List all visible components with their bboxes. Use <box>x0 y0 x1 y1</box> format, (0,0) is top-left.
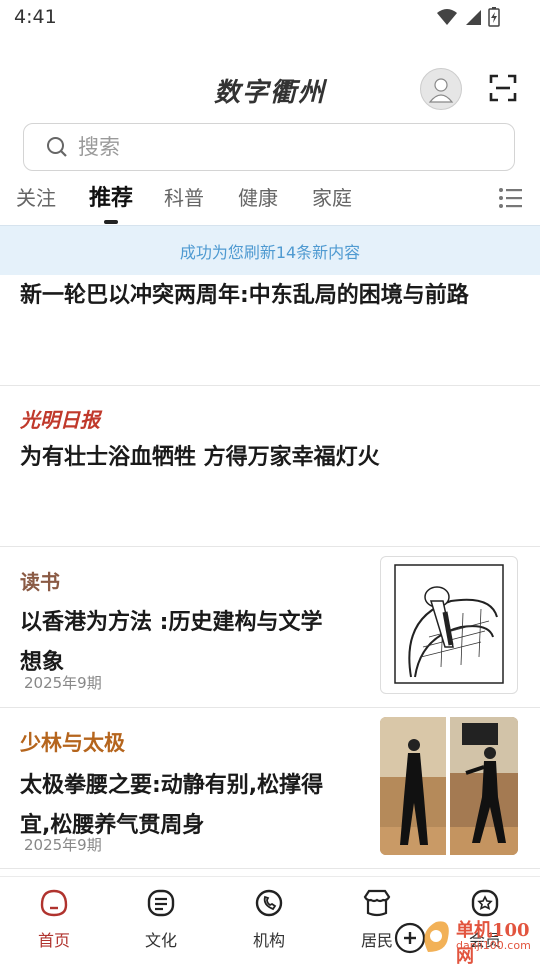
tab-follow[interactable]: 关注 <box>16 182 56 211</box>
battery-icon <box>488 7 500 27</box>
watermark: 单机100网 danji100.com <box>392 912 538 967</box>
watermark-logo <box>394 921 449 954</box>
article-date: 2025年9期 <box>24 674 102 692</box>
avatar[interactable] <box>420 68 462 110</box>
article-title: 以香港为方法 :历史建构与文学 <box>20 610 323 635</box>
wifi-icon <box>437 9 457 25</box>
status-time: 4:41 <box>14 6 57 28</box>
search-icon <box>47 137 67 157</box>
article-title: 新一轮巴以冲突两周年:中东乱局的困境与前路 <box>20 283 469 308</box>
article-thumbnail <box>380 717 518 855</box>
source-logo: 读书 <box>20 570 60 594</box>
signal-icon <box>466 10 481 25</box>
search-bar[interactable] <box>23 123 515 171</box>
article-title: 为有壮士浴血牺牲 方得万家幸福灯火 <box>20 445 380 470</box>
active-tab-indicator <box>104 220 118 224</box>
category-tabs: 关注 推荐 科普 健康 家庭 <box>0 176 540 224</box>
nav-label: 机构 <box>252 931 285 950</box>
status-bar: 4:41 <box>0 0 540 36</box>
search-input[interactable] <box>76 134 460 160</box>
culture-icon <box>147 889 175 917</box>
tab-health[interactable]: 健康 <box>238 182 278 211</box>
channel-menu-icon[interactable] <box>498 185 524 211</box>
nav-item-institutions[interactable]: 机构 <box>234 887 304 951</box>
article-item[interactable]: 光明日报 为有壮士浴血牺牲 方得万家幸福灯火 <box>0 386 540 547</box>
status-icons <box>436 7 500 27</box>
tab-science[interactable]: 科普 <box>164 182 204 211</box>
refresh-banner: 成功为您刷新14条新内容 <box>0 225 540 275</box>
nav-label: 文化 <box>144 931 177 950</box>
article-title: 太极拳腰之要:动静有别,松撑得 <box>20 773 324 798</box>
taichi-photo <box>380 717 518 855</box>
shop-icon <box>363 889 391 917</box>
article-thumbnail <box>380 556 518 694</box>
article-date: 2025年9期 <box>24 836 102 854</box>
source-logo: 光明日报 <box>20 408 100 432</box>
article-item[interactable]: 新一轮巴以冲突两周年:中东乱局的困境与前路 <box>0 274 540 386</box>
app-header: 数字衢州 <box>0 60 540 116</box>
nav-item-culture[interactable]: 文化 <box>126 887 196 951</box>
tab-family[interactable]: 家庭 <box>312 182 352 211</box>
user-avatar-icon <box>428 78 454 103</box>
nav-item-home[interactable]: 首页 <box>19 887 89 951</box>
phone-icon <box>255 889 283 917</box>
article-item[interactable]: 少林与太极 太极拳腰之要:动静有别,松撑得 宜,松腰养气贯周身 2025年9期 <box>0 708 540 869</box>
article-item[interactable]: 读书 以香港为方法 :历史建构与文学 想象 2025年9期 <box>0 547 540 708</box>
sketch-illustration <box>394 564 504 684</box>
source-logo: 少林与太极 <box>20 730 125 755</box>
watermark-url: danji100.com <box>456 939 531 952</box>
scan-icon[interactable] <box>489 74 517 102</box>
home-icon <box>40 889 68 917</box>
tab-recommended[interactable]: 推荐 <box>89 180 133 212</box>
nav-label: 首页 <box>37 931 70 950</box>
